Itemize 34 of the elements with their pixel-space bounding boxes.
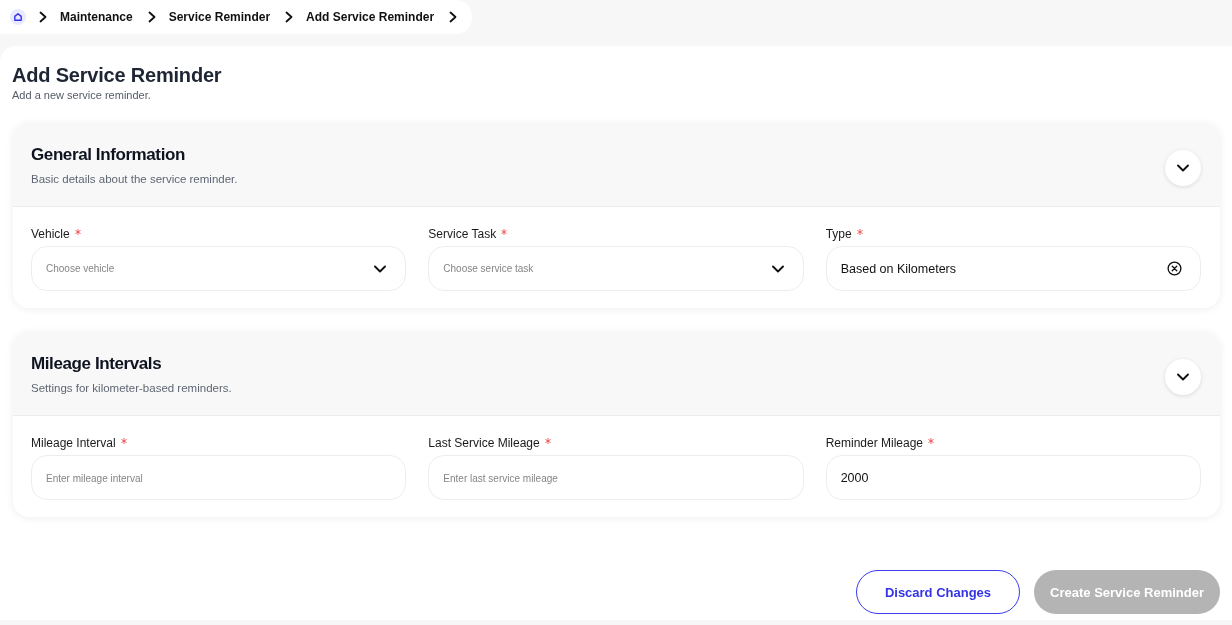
section-title: Mileage Intervals: [31, 354, 163, 374]
chevron-right-icon: [146, 11, 157, 23]
field-label: Last Service Mileage: [428, 435, 540, 451]
dropdown-field[interactable]: Choose service task: [428, 246, 804, 291]
section-description: Basic details about the service reminder.: [31, 172, 238, 187]
field-label: Service Task: [428, 226, 497, 242]
section-description: Settings for kilometer-based reminders.: [31, 381, 232, 396]
input-field[interactable]: Enter last service mileage: [428, 455, 804, 500]
chevron-down-icon: [373, 263, 388, 274]
discard-button[interactable]: Discard Changes: [855, 570, 1021, 614]
input-field[interactable]: Enter mileage interval: [31, 455, 407, 500]
collapse-toggle-button[interactable]: [1165, 359, 1201, 395]
page-subtitle: Add a new service reminder.: [12, 88, 152, 102]
chevron-right-icon: [284, 11, 295, 23]
clear-icon[interactable]: [1167, 261, 1182, 276]
breadcrumb-link[interactable]: Maintenance: [60, 10, 133, 24]
chevron-down-icon: [1176, 163, 1190, 173]
page-title: Add Service Reminder: [12, 63, 223, 88]
breadcrumb-link[interactable]: Service Reminder: [168, 10, 271, 24]
field-label: Type: [825, 226, 852, 242]
input-field[interactable]: 2000: [825, 455, 1201, 500]
field-label: Mileage Interval: [31, 435, 116, 451]
breadcrumb-link[interactable]: Add Service Reminder: [306, 10, 435, 24]
chevron-right-icon: [38, 11, 48, 23]
dropdown-field[interactable]: Based on Kilometers: [825, 246, 1201, 291]
field-label: Reminder Mileage: [825, 435, 924, 451]
chevron-down-icon: [1176, 372, 1190, 382]
chevron-down-icon: [770, 263, 785, 274]
chevron-right-icon: [448, 11, 459, 23]
dropdown-field[interactable]: Choose vehicle: [31, 246, 407, 291]
section-title: General Information: [31, 145, 186, 165]
collapse-toggle-button[interactable]: [1165, 150, 1201, 186]
home-icon[interactable]: [10, 9, 26, 25]
field-label: Vehicle: [31, 226, 70, 242]
